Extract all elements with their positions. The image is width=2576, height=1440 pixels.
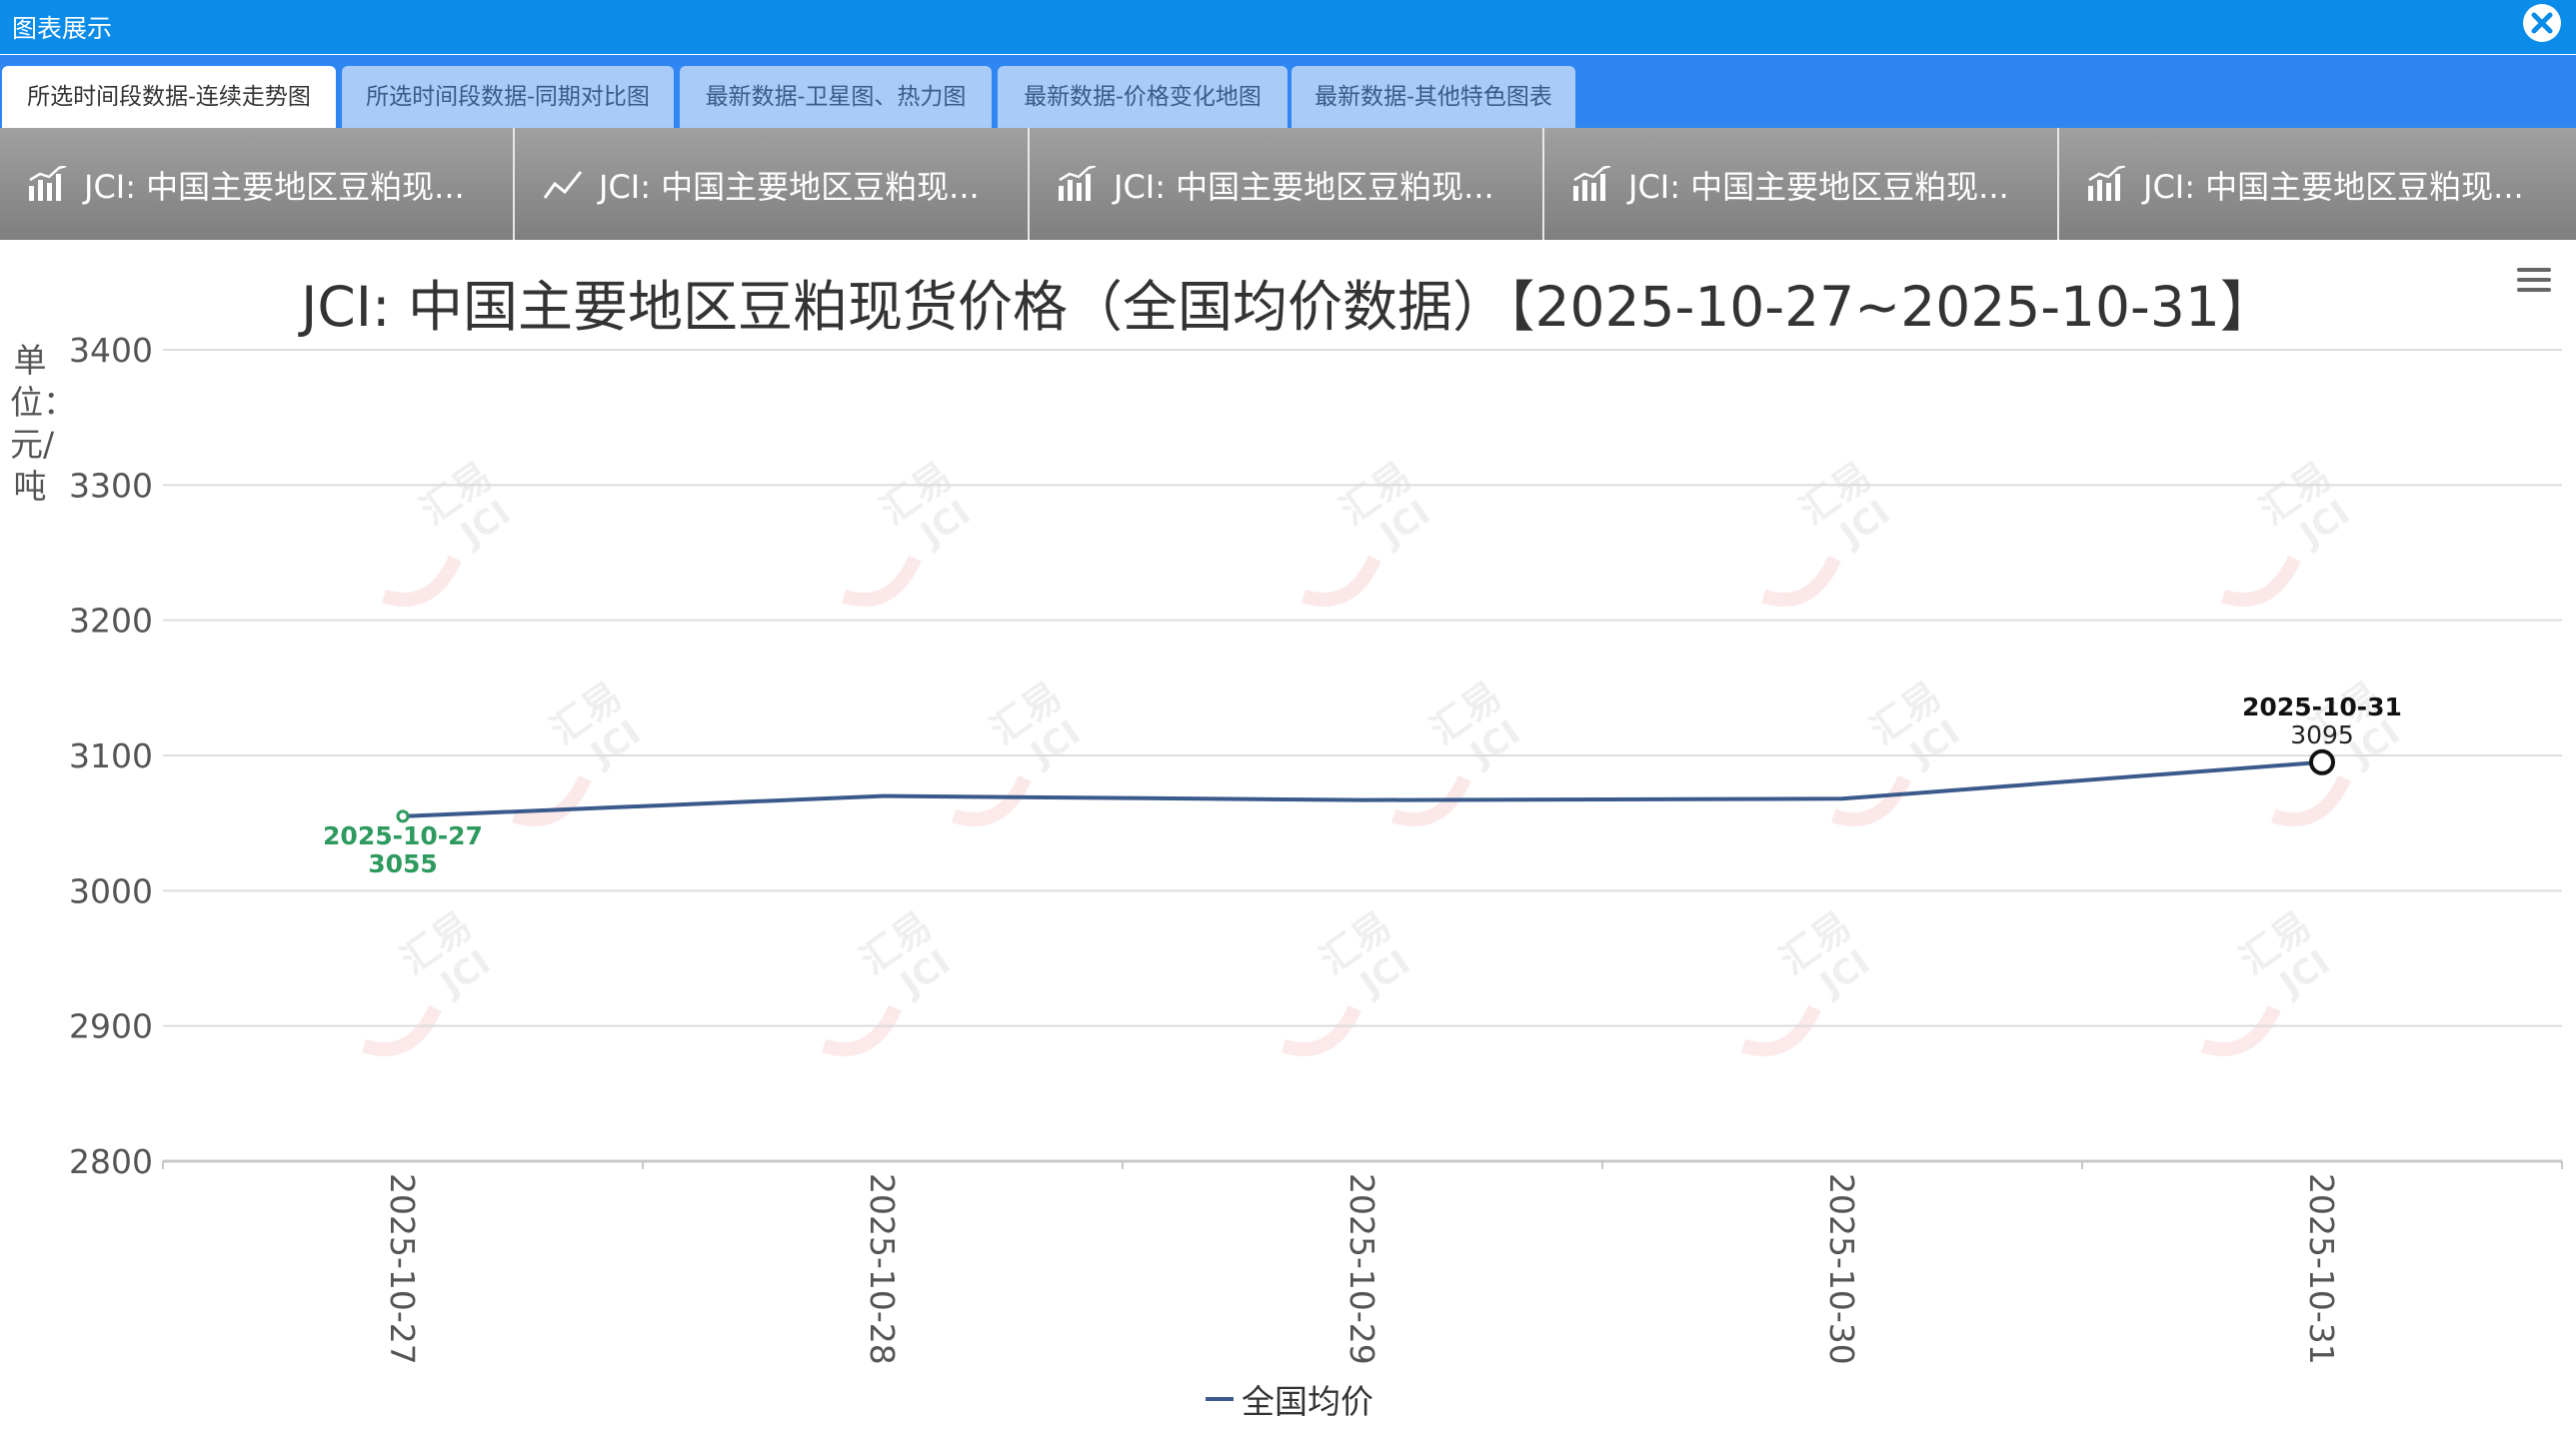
start-value-label: 3055: [368, 849, 438, 878]
watermark: 汇易JCI: [1830, 674, 1967, 826]
line-chart: 汇易JCI 汇易JCI 汇易JCI 汇易JCI 汇易JCI 汇易JCI 汇易JCI 汇易JCI…: [69, 331, 2563, 1365]
y-tick-label: 3000: [69, 871, 153, 910]
y-tick-label: 3200: [69, 602, 153, 641]
series-layer: [402, 759, 2323, 818]
watermark: 汇易JCI: [841, 454, 978, 607]
watermark: 汇易JCI: [1281, 903, 1417, 1056]
watermark-logo: [1390, 774, 1471, 826]
legend-label: 全国均价: [1242, 1382, 1373, 1421]
watermark: 汇易JCI: [1740, 903, 1877, 1056]
watermark-logo: [1760, 555, 1841, 607]
watermark-logo: [2200, 1004, 2281, 1056]
watermark-logo: [841, 555, 922, 607]
legend-swatch: [1206, 1397, 1234, 1401]
start-point-marker: [396, 809, 410, 823]
series-line: [402, 759, 2323, 818]
watermark: 汇易JCI: [2220, 454, 2357, 607]
watermark: 汇易JCI: [1760, 454, 1897, 607]
y-tick-label: 3400: [69, 331, 153, 370]
end-date-label: 2025-10-31: [2242, 693, 2402, 721]
watermark-logo: [361, 1004, 442, 1056]
x-axis-ticks: 2025-10-27 2025-10-28 2025-10-29 2025-10-30…: [162, 1161, 2563, 1365]
watermark-logo: [381, 555, 462, 607]
watermark-logo: [951, 774, 1032, 826]
annotation-layer: 2025-10-273055 2025-10-313095: [323, 693, 2402, 878]
grid-lines: [163, 349, 2562, 1163]
x-tick-label: 2025-10-29: [1342, 1173, 1381, 1365]
watermark: 汇易JCI: [361, 903, 498, 1056]
y-tick-label: 3100: [69, 736, 153, 775]
watermark-logo: [2220, 555, 2301, 607]
watermark-logo: [511, 774, 592, 826]
watermark: 汇易JCI: [821, 903, 958, 1056]
start-date-label: 2025-10-27: [323, 821, 483, 850]
watermark: 汇易JCI: [1300, 454, 1437, 607]
end-point-marker: [2309, 748, 2335, 775]
watermark-layer: 汇易JCI 汇易JCI 汇易JCI 汇易JCI 汇易JCI 汇易JCI 汇易JCI 汇易JCI…: [361, 454, 2407, 1056]
watermark: 汇易JCI: [951, 674, 1088, 826]
watermark-logo: [1740, 1004, 1821, 1056]
x-tick-label: 2025-10-28: [863, 1173, 902, 1365]
watermark-logo: [1281, 1004, 1361, 1056]
y-tick-label: 2800: [69, 1142, 153, 1181]
y-axis-ticks: 3400 3300 3200 3100 3000 2900 2800: [69, 331, 153, 1181]
watermark-logo: [821, 1004, 902, 1056]
watermark: 汇易JCI: [2200, 903, 2337, 1056]
x-tick-label: 2025-10-30: [1822, 1173, 1861, 1365]
watermark-logo: [1830, 774, 1911, 826]
end-value-label: 3095: [2290, 720, 2354, 749]
watermark: 汇易JCI: [1390, 674, 1527, 826]
watermark: 汇易JCI: [381, 454, 518, 607]
y-tick-label: 3300: [69, 466, 153, 505]
x-tick-label: 2025-10-27: [383, 1173, 422, 1365]
watermark-logo: [1300, 555, 1381, 607]
x-tick-label: 2025-10-31: [2302, 1173, 2341, 1365]
y-tick-label: 2900: [69, 1007, 153, 1046]
watermark-logo: [2270, 774, 2351, 826]
